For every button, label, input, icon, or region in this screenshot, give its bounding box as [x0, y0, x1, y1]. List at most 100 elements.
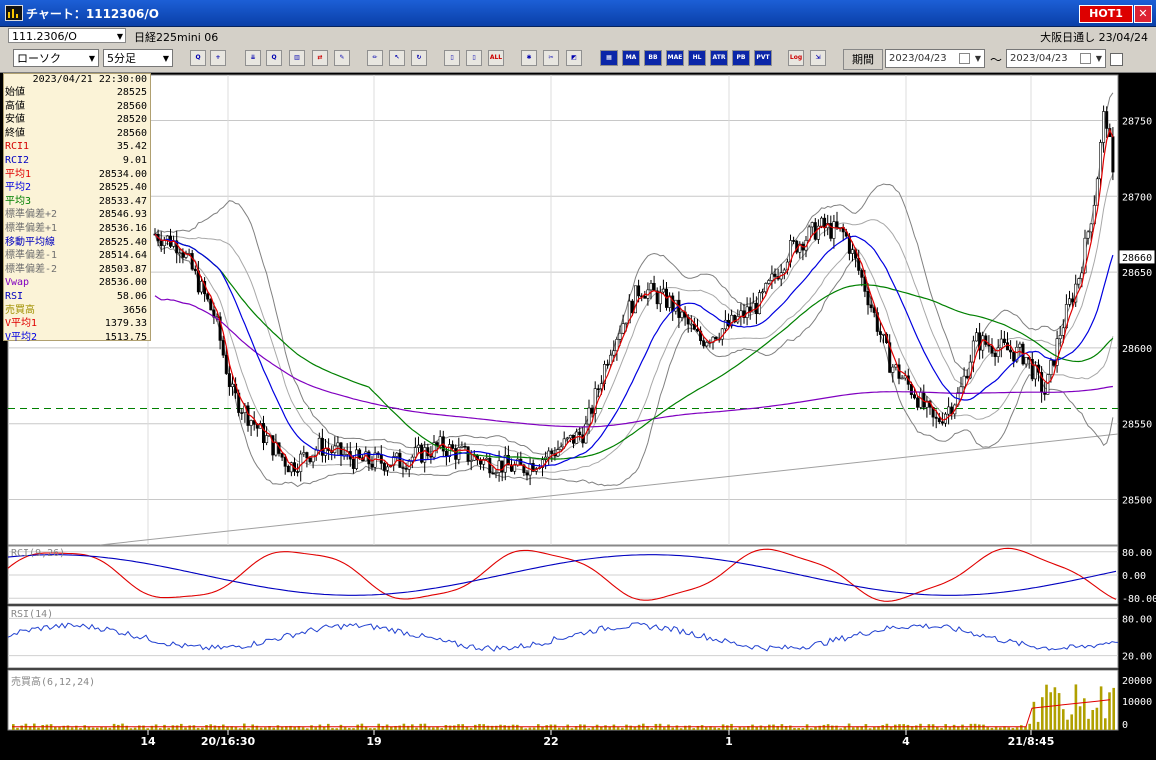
indicator-pvt-button[interactable]: PVT	[754, 50, 772, 66]
gear-icon[interactable]: ✱	[521, 50, 537, 66]
indicator-hl-button[interactable]: HL	[688, 50, 706, 66]
crosshair-icon[interactable]: +	[210, 50, 226, 66]
volume-bar	[1020, 725, 1023, 730]
indicator-ma-button[interactable]: MA	[622, 50, 640, 66]
chart-type-select[interactable]: ローソク ▼	[13, 49, 99, 67]
volume-bar	[117, 724, 120, 730]
close-icon[interactable]: ✕	[1134, 5, 1152, 23]
data-window-datetime: 2023/04/21 22:30:00	[32, 74, 147, 85]
rotate-icon[interactable]: ↻	[411, 50, 427, 66]
chart-type-value: ローソク	[17, 52, 61, 65]
candle-up	[317, 437, 321, 451]
volume-bar	[553, 724, 557, 730]
pencil-icon[interactable]: ✏	[367, 50, 383, 66]
note-icon[interactable]: ✎	[334, 50, 350, 66]
candle-up	[565, 437, 569, 440]
volume-bar	[37, 727, 40, 730]
volume-bar	[894, 724, 897, 730]
candle-up	[299, 453, 303, 472]
volume-bar	[520, 727, 523, 730]
candle-down	[916, 397, 920, 408]
symbol-input[interactable]: 111.2306/O ▼	[8, 28, 126, 43]
candle-down	[1111, 136, 1115, 173]
candle-down	[671, 295, 675, 312]
volume-bar	[163, 724, 166, 730]
volume-bar	[759, 725, 763, 730]
tools-icon[interactable]: ✂	[543, 50, 559, 66]
data-window-value: 35.42	[116, 141, 147, 153]
indicator-bb-button[interactable]: BB	[644, 50, 662, 66]
bar-chart-icon[interactable]: ▥	[289, 50, 305, 66]
volume-bar	[675, 725, 679, 730]
volume-bar	[184, 727, 187, 730]
data-window-row: 標準偏差+2 28546.93	[4, 208, 150, 222]
volume-bar	[1015, 727, 1019, 730]
volume-bar	[835, 725, 838, 730]
volume-bar	[625, 724, 628, 730]
candle-down	[209, 298, 213, 311]
cursor-icon[interactable]: ↖	[389, 50, 405, 66]
volume-bar	[713, 727, 716, 730]
period-button[interactable]: 期間	[843, 49, 883, 70]
hot-button[interactable]: HOT1	[1079, 5, 1133, 23]
search-chart-icon[interactable]: Q	[266, 50, 282, 66]
candle-down	[296, 471, 300, 473]
candle-down	[1009, 349, 1013, 353]
scroll-down-icon[interactable]: ⇊	[245, 50, 261, 66]
data-window-row: RCI2 9.01	[4, 154, 150, 168]
option-checkbox[interactable]	[1110, 53, 1123, 66]
volume-bar	[280, 727, 284, 730]
volume-bar	[314, 727, 317, 730]
volume-bar	[1049, 692, 1052, 730]
zoom-icon[interactable]: Q	[190, 50, 206, 66]
volume-bar	[726, 725, 729, 730]
candle-down	[181, 252, 185, 258]
volume-bar	[238, 728, 242, 730]
indicator-atr-button[interactable]: ATR	[710, 50, 728, 66]
window-title: チャート：1112306/O	[26, 7, 159, 21]
candle-pair-icon[interactable]: ▯	[466, 50, 482, 66]
export-icon[interactable]: ⇲	[810, 50, 826, 66]
indicator-mae-button[interactable]: MAE	[666, 50, 684, 66]
data-window-label: 標準偏差-2	[5, 263, 58, 275]
indicator-pb-button[interactable]: PB	[732, 50, 750, 66]
volume-bar	[356, 724, 359, 730]
palette-icon[interactable]: ◩	[566, 50, 582, 66]
candle-up	[354, 449, 358, 469]
data-window-label: 始値	[5, 87, 25, 98]
volume-bar	[868, 728, 872, 730]
volume-bar	[881, 725, 884, 730]
volume-bar	[306, 728, 309, 730]
date-to-checkbox[interactable]	[1080, 53, 1091, 64]
volume-bar	[138, 725, 141, 730]
candle-up	[416, 444, 420, 448]
volume-bar	[272, 727, 275, 730]
volume-bar	[159, 728, 162, 730]
candle-down	[246, 405, 250, 426]
volume-bar	[352, 728, 355, 730]
date-from-checkbox[interactable]	[959, 53, 970, 64]
candle-down	[261, 423, 265, 443]
volume-bar	[133, 727, 137, 730]
candle-down	[940, 421, 944, 424]
interval-select[interactable]: 5分足 ▼	[103, 49, 173, 67]
date-to-field[interactable]: 2023/04/23 ▼	[1006, 49, 1106, 68]
volume-bar	[432, 727, 435, 730]
log-button[interactable]: Log	[788, 50, 804, 66]
chart-area[interactable]: 28750 28700 28650 28600 28550 28500 28660 80.00…	[0, 73, 1156, 760]
candle-down	[491, 472, 495, 475]
compare-icon[interactable]: ⇄	[312, 50, 328, 66]
date-from-field[interactable]: 2023/04/23 ▼	[885, 49, 985, 68]
candle-up	[947, 406, 951, 415]
data-window-value: 28520	[116, 114, 147, 126]
candle-up	[881, 333, 885, 336]
all-button[interactable]: ALL	[488, 50, 504, 66]
grid-indicator-icon[interactable]: ▦	[600, 50, 618, 66]
volume-bar	[621, 727, 624, 730]
candle-icon[interactable]: ▯	[444, 50, 460, 66]
candle-up	[438, 436, 442, 447]
data-window-label: 移動平均線	[5, 236, 55, 248]
rci-tick-label: -80.00	[1122, 594, 1156, 605]
volume-bar	[373, 728, 376, 730]
data-window-row: V平均1 1379.33	[4, 317, 150, 331]
